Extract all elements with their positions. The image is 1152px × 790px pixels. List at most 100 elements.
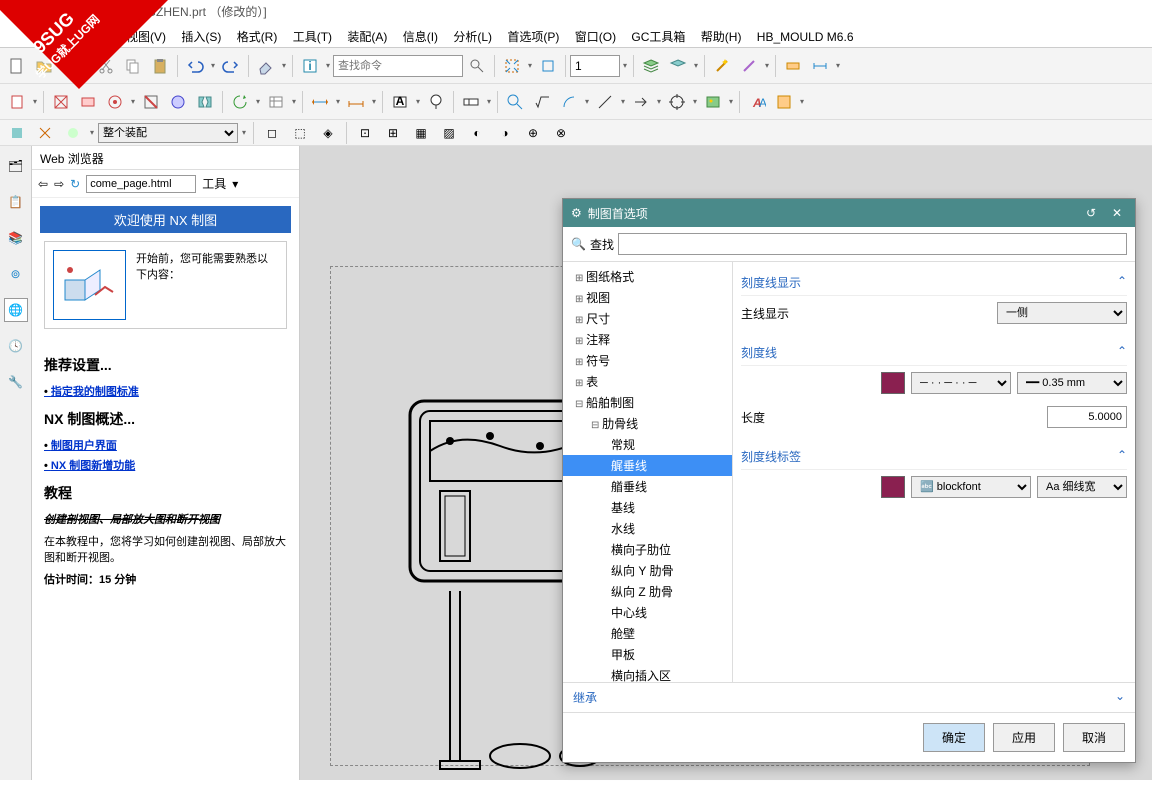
nav-history-icon[interactable]: 🕓 bbox=[4, 334, 28, 358]
fontweight-select[interactable]: Aa 细线宽 bbox=[1037, 476, 1127, 498]
assembly-select[interactable]: 整个装配 bbox=[98, 123, 238, 143]
tree-view[interactable]: 视图 bbox=[563, 287, 732, 308]
link-standard[interactable]: 指定我的制图标准 bbox=[44, 383, 287, 399]
tree-annotation[interactable]: 注释 bbox=[563, 329, 732, 350]
image-icon[interactable] bbox=[700, 89, 726, 115]
linestyle-select[interactable]: ─ · · ─ · · ─ bbox=[911, 372, 1011, 394]
link-ui[interactable]: 制图用户界面 bbox=[44, 437, 287, 453]
menu-gc[interactable]: GC工具箱 bbox=[625, 24, 691, 49]
tools-dropdown-icon[interactable]: ▾ bbox=[232, 177, 238, 191]
menu-analysis[interactable]: 分析(L) bbox=[447, 24, 498, 49]
tree-bulkhead[interactable]: 舱壁 bbox=[563, 623, 732, 644]
command-search[interactable] bbox=[333, 55, 463, 77]
t3-k[interactable]: ⊗ bbox=[548, 120, 574, 146]
undo-dropdown[interactable] bbox=[209, 53, 217, 79]
section-tick[interactable]: 刻度线 bbox=[741, 340, 1127, 366]
tree-frame-line[interactable]: 肋骨线 bbox=[563, 413, 732, 434]
tick-color[interactable] bbox=[881, 372, 905, 394]
tree-waterline[interactable]: 水线 bbox=[563, 518, 732, 539]
apply-button[interactable]: 应用 bbox=[993, 723, 1055, 752]
info-icon[interactable]: i bbox=[297, 53, 323, 79]
edit-icon[interactable] bbox=[771, 89, 797, 115]
menu-tools[interactable]: 工具(T) bbox=[287, 24, 338, 49]
menu-help[interactable]: 帮助(H) bbox=[695, 24, 748, 49]
view3-icon[interactable] bbox=[102, 89, 128, 115]
nav-part-icon[interactable]: 📋 bbox=[4, 190, 28, 214]
length-input[interactable] bbox=[1047, 406, 1127, 428]
wand-icon[interactable] bbox=[709, 53, 735, 79]
label-color[interactable] bbox=[881, 476, 905, 498]
nav-web-icon[interactable]: 🌐 bbox=[4, 298, 28, 322]
close-icon[interactable]: ✕ bbox=[1107, 203, 1127, 223]
line-icon[interactable] bbox=[592, 89, 618, 115]
dim-rapid-icon[interactable] bbox=[307, 89, 333, 115]
nav-assembly-icon[interactable]: 🗂 bbox=[4, 154, 28, 178]
undo-icon[interactable] bbox=[182, 53, 208, 79]
detail-icon[interactable] bbox=[165, 89, 191, 115]
view2-icon[interactable] bbox=[75, 89, 101, 115]
nav-tool-icon[interactable]: 🔧 bbox=[4, 370, 28, 394]
wand2-icon[interactable] bbox=[736, 53, 762, 79]
tree-trans-sub[interactable]: 横向子肋位 bbox=[563, 539, 732, 560]
nav-back-icon[interactable]: ⇦ bbox=[38, 177, 48, 191]
t3-i[interactable]: ◑ bbox=[492, 120, 518, 146]
tree-trans-insert[interactable]: 横向插入区 bbox=[563, 665, 732, 682]
copy-icon[interactable] bbox=[120, 53, 146, 79]
t3-h[interactable]: ◐ bbox=[464, 120, 490, 146]
ok-button[interactable]: 确定 bbox=[923, 723, 985, 752]
paste-icon[interactable] bbox=[147, 53, 173, 79]
arc-icon[interactable] bbox=[556, 89, 582, 115]
tree-centerline[interactable]: 中心线 bbox=[563, 602, 732, 623]
menu-hbmould[interactable]: HB_MOULD M6.6 bbox=[751, 26, 860, 48]
tree-long-y[interactable]: 纵向 Y 肋骨 bbox=[563, 560, 732, 581]
gdt-icon[interactable] bbox=[458, 89, 484, 115]
search2-icon[interactable] bbox=[502, 89, 528, 115]
section-tick-display[interactable]: 刻度线显示 bbox=[741, 270, 1127, 296]
t3-e[interactable]: ⊞ bbox=[380, 120, 406, 146]
nav-reload-icon[interactable]: ↻ bbox=[70, 177, 80, 191]
balloon-icon[interactable] bbox=[423, 89, 449, 115]
menu-format[interactable]: 格式(R) bbox=[231, 24, 284, 49]
t3-c[interactable]: ◈ bbox=[315, 120, 341, 146]
tree-general[interactable]: 常规 bbox=[563, 434, 732, 455]
nav-books-icon[interactable]: 📚 bbox=[4, 226, 28, 250]
link-whatsnew[interactable]: NX 制图新增功能 bbox=[44, 457, 287, 473]
tree-deck[interactable]: 甲板 bbox=[563, 644, 732, 665]
tree-dimension[interactable]: 尺寸 bbox=[563, 308, 732, 329]
thickness-select[interactable]: ━━ 0.35 mm bbox=[1017, 372, 1127, 394]
section-icon[interactable] bbox=[138, 89, 164, 115]
nav-fwd-icon[interactable]: ⇨ bbox=[54, 177, 64, 191]
font-icon[interactable]: AA bbox=[744, 89, 770, 115]
zoom-icon[interactable] bbox=[535, 53, 561, 79]
menu-window[interactable]: 窗口(O) bbox=[569, 24, 622, 49]
menu-preferences[interactable]: 首选项(P) bbox=[501, 24, 565, 49]
menu-assembly[interactable]: 装配(A) bbox=[341, 24, 393, 49]
dialog-search-input[interactable] bbox=[618, 233, 1127, 255]
tree-symbol[interactable]: 符号 bbox=[563, 350, 732, 371]
note-icon[interactable]: A bbox=[387, 89, 413, 115]
redo-icon[interactable] bbox=[218, 53, 244, 79]
dim2-icon[interactable] bbox=[807, 53, 833, 79]
view1-icon[interactable] bbox=[48, 89, 74, 115]
url-input[interactable] bbox=[86, 175, 196, 193]
t3-a[interactable]: ◻ bbox=[259, 120, 285, 146]
sqrt-icon[interactable] bbox=[529, 89, 555, 115]
scale-input[interactable] bbox=[570, 55, 620, 77]
mainline-select[interactable]: 一侧 bbox=[997, 302, 1127, 324]
tree-aft-perp[interactable]: 艉垂线 bbox=[563, 455, 732, 476]
font-select[interactable]: 🔤 blockfont bbox=[911, 476, 1031, 498]
filter1-icon[interactable] bbox=[4, 120, 30, 146]
tree-sheet-format[interactable]: 图纸格式 bbox=[563, 266, 732, 287]
break-icon[interactable] bbox=[192, 89, 218, 115]
arrow-icon[interactable] bbox=[628, 89, 654, 115]
layers2-icon[interactable] bbox=[665, 53, 691, 79]
tree-long-z[interactable]: 纵向 Z 肋骨 bbox=[563, 581, 732, 602]
filter2-icon[interactable] bbox=[32, 120, 58, 146]
filter3-icon[interactable] bbox=[60, 120, 86, 146]
inherit-section[interactable]: 继承 bbox=[563, 682, 1135, 712]
tools-label[interactable]: 工具 bbox=[202, 175, 226, 192]
reset-icon[interactable]: ↺ bbox=[1081, 203, 1101, 223]
t3-b[interactable]: ⬚ bbox=[287, 120, 313, 146]
tree-fore-perp[interactable]: 艏垂线 bbox=[563, 476, 732, 497]
menu-insert[interactable]: 插入(S) bbox=[175, 24, 227, 49]
